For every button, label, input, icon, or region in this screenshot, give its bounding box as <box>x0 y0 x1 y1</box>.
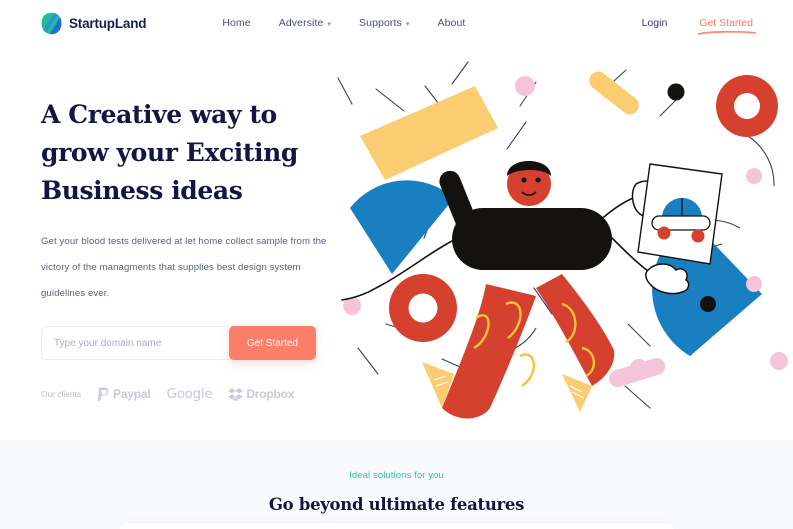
signup-form: Get Started <box>41 326 316 360</box>
navbar: StartupLand Home Adversite ▾ Supports ▾ … <box>0 0 793 46</box>
hero-copy: A Creative way to grow your Exciting Bus… <box>41 96 341 402</box>
client-name: Dropbox <box>246 387 295 401</box>
car-sketch-paper <box>637 163 723 265</box>
pink-dot-lower-right <box>770 352 788 370</box>
features-title: Go beyond ultimate features <box>268 495 525 514</box>
nav-get-started-link[interactable]: Get Started <box>698 17 757 35</box>
hero-paragraph: Get your blood tests delivered at let ho… <box>41 236 327 299</box>
nav-link-label: Supports <box>359 17 402 29</box>
login-link[interactable]: Login <box>642 17 668 29</box>
person-head <box>507 161 551 206</box>
red-donut-ring <box>389 274 457 342</box>
client-logo-google: Google <box>167 386 213 402</box>
shoe-right <box>562 374 592 412</box>
features-eyebrow: Ideal solutions for you <box>349 470 444 481</box>
blue-fan-left <box>350 180 454 274</box>
red-donut-ring-topright <box>716 75 778 137</box>
person-torso <box>452 208 612 270</box>
client-logo-paypal: Paypal <box>97 387 151 402</box>
client-logo-dropbox: Dropbox <box>228 387 294 401</box>
nav-link-label: Home <box>222 17 251 29</box>
chevron-down-icon: ▾ <box>327 20 332 28</box>
nav-link-adversite[interactable]: Adversite ▾ <box>279 17 331 29</box>
hero-get-started-button[interactable]: Get Started <box>228 326 316 360</box>
features-card-top-edge <box>120 523 673 529</box>
hero-illustration <box>330 56 793 436</box>
paypal-icon <box>97 387 109 401</box>
person-holding-car-sketch-illustration <box>337 61 788 419</box>
brand-name: StartupLand <box>69 15 147 31</box>
nav-links: Home Adversite ▾ Supports ▾ About <box>222 17 465 29</box>
clients-row: Our clients Paypal Google Dropbox <box>41 386 341 402</box>
features-section: Ideal solutions for you Go beyond ultima… <box>0 440 793 529</box>
nav-get-started-label: Get Started <box>699 17 753 29</box>
page-title: A Creative way to grow your Exciting Bus… <box>41 96 341 210</box>
pink-dot-top <box>515 76 535 96</box>
nav-link-label: About <box>437 17 466 29</box>
chevron-down-icon: ▾ <box>405 20 410 28</box>
landing-page: StartupLand Home Adversite ▾ Supports ▾ … <box>0 0 793 529</box>
black-dot-right <box>700 296 716 312</box>
client-name: Google <box>166 386 213 402</box>
headline-line-2: grow your Exciting <box>41 138 298 167</box>
nav-link-label: Adversite <box>278 17 324 29</box>
pink-dot-upper-right <box>746 276 762 292</box>
nav-link-supports[interactable]: Supports ▾ <box>359 17 409 29</box>
leaf-logo-icon <box>41 12 62 34</box>
yellow-capsule-shape <box>589 71 639 115</box>
black-dot-top <box>667 83 685 101</box>
headline-line-1: A Creative way to <box>41 100 277 129</box>
client-name: Paypal <box>113 387 151 401</box>
pink-dot-right <box>746 168 762 184</box>
headline-line-3: Business ideas <box>41 176 243 205</box>
brand-logo[interactable]: StartupLand <box>41 12 147 35</box>
underline-swoosh-icon <box>698 30 757 35</box>
dropbox-icon <box>228 387 244 401</box>
yellow-rectangle-shape <box>360 86 498 180</box>
nav-link-about[interactable]: About <box>437 17 465 29</box>
nav-actions: Login Get Started <box>642 17 757 35</box>
clients-label: Our clients <box>41 389 82 399</box>
hero-section: A Creative way to grow your Exciting Bus… <box>0 46 793 440</box>
nav-link-home[interactable]: Home <box>222 17 250 29</box>
